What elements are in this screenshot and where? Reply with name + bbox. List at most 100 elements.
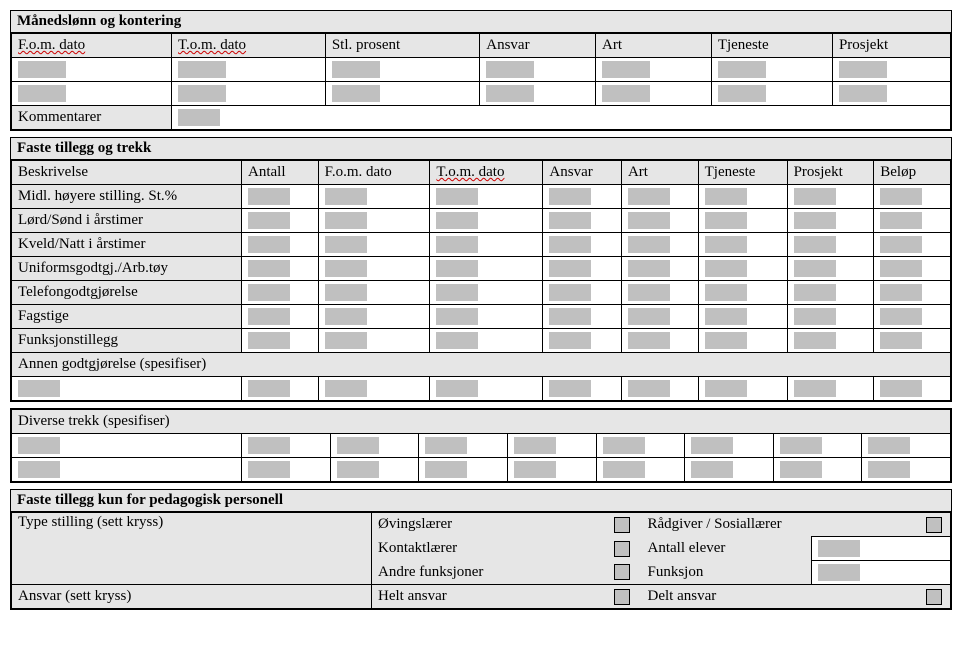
input-cell[interactable]	[332, 85, 380, 102]
input-cell[interactable]	[549, 236, 591, 253]
input-cell[interactable]	[880, 308, 922, 325]
input-cell[interactable]	[880, 260, 922, 277]
input-cell[interactable]	[602, 85, 650, 102]
input-cell[interactable]	[325, 236, 367, 253]
input-cell[interactable]	[332, 61, 380, 78]
input-cell[interactable]	[868, 461, 910, 478]
input-cell[interactable]	[248, 461, 290, 478]
input-cell[interactable]	[691, 437, 733, 454]
input-cell[interactable]	[514, 461, 556, 478]
input-cell[interactable]	[436, 260, 478, 277]
input-cell[interactable]	[514, 437, 556, 454]
input-cell[interactable]	[549, 212, 591, 229]
input-cell[interactable]	[248, 260, 290, 277]
input-cell[interactable]	[549, 260, 591, 277]
input-cell[interactable]	[628, 380, 670, 397]
input-cell[interactable]	[780, 461, 822, 478]
input-cell[interactable]	[325, 188, 367, 205]
input-cell[interactable]	[718, 85, 766, 102]
input-cell[interactable]	[436, 380, 478, 397]
input-cell[interactable]	[248, 437, 290, 454]
checkbox-radgiver[interactable]	[926, 517, 942, 533]
input-cell[interactable]	[18, 85, 66, 102]
input-cell[interactable]	[628, 260, 670, 277]
input-cell[interactable]	[436, 188, 478, 205]
input-cell[interactable]	[18, 461, 60, 478]
input-cell[interactable]	[248, 236, 290, 253]
input-cell[interactable]	[248, 212, 290, 229]
input-cell[interactable]	[248, 332, 290, 349]
input-cell[interactable]	[549, 284, 591, 301]
input-cell[interactable]	[628, 332, 670, 349]
input-antall-elever[interactable]	[812, 537, 951, 561]
input-cell[interactable]	[18, 380, 60, 397]
input-cell[interactable]	[337, 437, 379, 454]
input-cell[interactable]	[705, 332, 747, 349]
input-cell[interactable]	[248, 284, 290, 301]
input-cell[interactable]	[549, 188, 591, 205]
input-cell[interactable]	[839, 61, 887, 78]
input-cell[interactable]	[794, 332, 836, 349]
input-cell[interactable]	[794, 188, 836, 205]
input-cell[interactable]	[248, 308, 290, 325]
input-cell[interactable]	[705, 188, 747, 205]
input-cell[interactable]	[178, 85, 226, 102]
input-cell[interactable]	[425, 461, 467, 478]
input-cell[interactable]	[628, 236, 670, 253]
input-cell[interactable]	[880, 236, 922, 253]
input-funksjon[interactable]	[812, 561, 951, 585]
input-cell[interactable]	[325, 308, 367, 325]
input-cell[interactable]	[691, 461, 733, 478]
input-cell[interactable]	[880, 284, 922, 301]
input-cell[interactable]	[705, 308, 747, 325]
input-cell[interactable]	[325, 212, 367, 229]
input-cell[interactable]	[18, 437, 60, 454]
input-cell[interactable]	[628, 308, 670, 325]
input-cell[interactable]	[486, 61, 534, 78]
input-cell[interactable]	[248, 188, 290, 205]
checkbox-delt[interactable]	[926, 589, 942, 605]
input-cell[interactable]	[549, 308, 591, 325]
input-cell[interactable]	[549, 380, 591, 397]
input-cell[interactable]	[18, 61, 66, 78]
input-cell[interactable]	[880, 212, 922, 229]
input-cell[interactable]	[794, 284, 836, 301]
input-cell[interactable]	[603, 437, 645, 454]
input-cell[interactable]	[705, 380, 747, 397]
input-cell[interactable]	[794, 236, 836, 253]
checkbox-ovingslarer[interactable]	[614, 517, 630, 533]
input-cell[interactable]	[436, 308, 478, 325]
input-cell[interactable]	[178, 61, 226, 78]
checkbox-helt[interactable]	[614, 589, 630, 605]
input-cell[interactable]	[425, 437, 467, 454]
input-cell[interactable]	[628, 284, 670, 301]
input-cell[interactable]	[880, 332, 922, 349]
input-cell[interactable]	[337, 461, 379, 478]
input-cell[interactable]	[780, 437, 822, 454]
comments-input[interactable]	[172, 106, 951, 130]
input-cell[interactable]	[880, 380, 922, 397]
input-cell[interactable]	[705, 236, 747, 253]
checkbox-andre[interactable]	[614, 564, 630, 580]
input-cell[interactable]	[436, 332, 478, 349]
input-cell[interactable]	[549, 332, 591, 349]
input-cell[interactable]	[436, 284, 478, 301]
input-cell[interactable]	[628, 212, 670, 229]
input-cell[interactable]	[868, 437, 910, 454]
input-cell[interactable]	[602, 61, 650, 78]
input-cell[interactable]	[794, 260, 836, 277]
input-cell[interactable]	[325, 284, 367, 301]
input-cell[interactable]	[839, 85, 887, 102]
input-cell[interactable]	[325, 332, 367, 349]
input-cell[interactable]	[794, 380, 836, 397]
input-cell[interactable]	[705, 260, 747, 277]
input-cell[interactable]	[436, 236, 478, 253]
input-cell[interactable]	[603, 461, 645, 478]
input-cell[interactable]	[880, 188, 922, 205]
input-cell[interactable]	[705, 284, 747, 301]
input-cell[interactable]	[794, 212, 836, 229]
input-cell[interactable]	[486, 85, 534, 102]
input-cell[interactable]	[248, 380, 290, 397]
checkbox-kontaktlarer[interactable]	[614, 541, 630, 557]
input-cell[interactable]	[794, 308, 836, 325]
